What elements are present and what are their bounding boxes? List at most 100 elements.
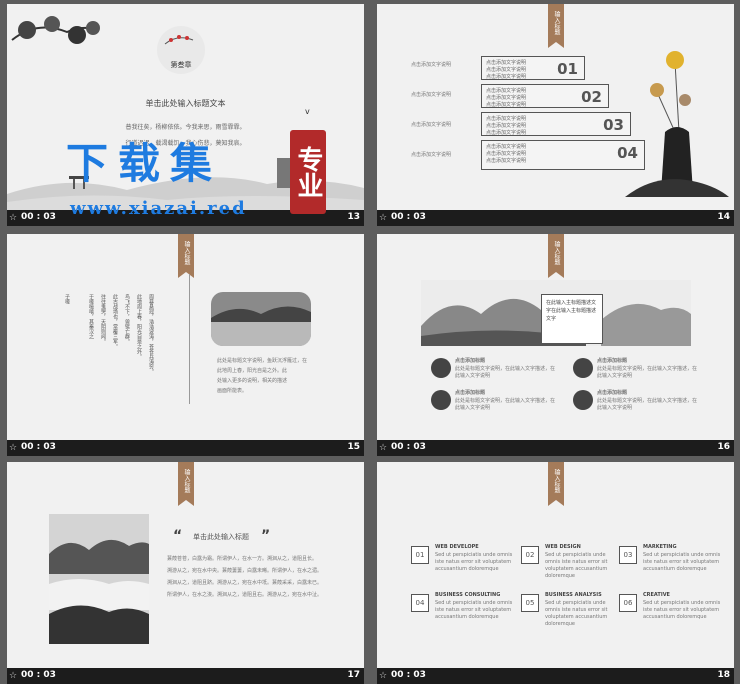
step-box-02: 点击添加文字说明 点击添加文字说明 点击添加文字说明 02 (481, 84, 609, 108)
slide-thumb-17[interactable]: 输入标题 “ 单击此处输入标题 ” 蒹葭苍苍，白露为霜。所谓伊人，在水一方。溯洄… (0, 458, 364, 684)
slide-13-duration: 00 : 03 (21, 212, 56, 222)
s18-title-01: WEB DEVELOPE (435, 544, 479, 550)
slide-15-tab: 输入标题 (178, 234, 194, 278)
slide-14-canvas: 输入标题 点击添加文字说明 点击添加文字说明 点击添加文字说明 点击添加文字说明… (377, 4, 734, 210)
s16-item-1-desc: 此处是标题文字说明，在此输入文字描述，在此输入文字说明 (455, 366, 556, 379)
step-box-01-text: 点击添加文字说明 点击添加文字说明 点击添加文字说明 (486, 60, 527, 80)
slide-14-statusbar: ☆ 00 : 03 14 (377, 210, 734, 226)
s18-title-02: WEB DESIGN (545, 544, 581, 550)
step-box-03-text: 点击添加文字说明 点击添加文字说明 点击添加文字说明 (486, 116, 527, 136)
s18-num-04: 04 (411, 594, 429, 612)
slide-16-duration: 00 : 03 (391, 442, 426, 452)
slide-17-tab: 输入标题 (178, 462, 194, 506)
s15-caption-1: 此处是标题文字说明，鱼跃沉浮雁过，在 (217, 358, 308, 364)
step-box-01-num: 01 (557, 60, 578, 78)
s14-left-text-2: 点击添加文字说明 (411, 92, 452, 98)
truck-icon (573, 390, 593, 410)
s18-desc-06: Sed ut perspiciatis unde omnis iste natu… (643, 600, 721, 620)
slide-14-duration: 00 : 03 (391, 212, 426, 222)
bird-icon: v (305, 107, 310, 116)
s17-body-3: 溯洄从之，道阻且跻。溯游从之，宛在水中坻。蒹葭采采，白露未已。 (167, 580, 323, 586)
slide-17-statusbar: ☆ 00 : 03 17 (7, 668, 364, 684)
slide-15-number: 15 (347, 442, 360, 452)
s16-item-3-desc: 此处是标题文字说明，在此输入文字描述，在此输入文字说明 (455, 398, 556, 411)
slide-18-number: 18 (717, 670, 730, 680)
slide-13-title: 单击此处输入标题文本 (145, 99, 226, 108)
s16-center-box: 在此输入主标题描述文字在此输入主标题描述文字 (541, 294, 603, 344)
star-icon: ☆ (379, 443, 388, 453)
watermark-url: www.xiazai.red (70, 198, 247, 219)
barcode-icon (431, 390, 451, 410)
s17-body-2: 溯游从之，宛在水中央。蒹葭萋萋，白露未晞。所谓伊人，在水之湄。 (167, 568, 323, 574)
watermark-text: 下载集 (66, 139, 223, 188)
s16-item-2-desc: 此处是标题文字说明，在此输入文字描述，在此输入文字说明 (597, 366, 698, 379)
close-quote-icon: ” (261, 528, 271, 544)
s14-left-text-1: 点击添加文字说明 (411, 62, 452, 68)
pine-branch-image (11, 16, 100, 44)
s18-desc-01: Sed ut perspiciatis unde omnis iste natu… (435, 552, 513, 572)
s18-num-02: 02 (521, 546, 539, 564)
star-icon: ☆ (379, 213, 388, 223)
step-box-02-num: 02 (581, 88, 602, 106)
slide-17-duration: 00 : 03 (21, 670, 56, 680)
s18-title-03: MARKETING (643, 544, 677, 550)
step-box-02-text: 点击添加文字说明 点击添加文字说明 点击添加文字说明 (486, 88, 527, 108)
star-icon: ☆ (9, 213, 18, 223)
vase-flower-image (625, 51, 729, 197)
s16-item-3-title: 点击添加标题 (455, 390, 486, 396)
slide-15-canvas: 输入标题 周暴悬冠，浩浩波涛，苍苍兵涛穷。 此地周上春，阳光自是之外。 鸟飞不下… (7, 234, 364, 440)
chapter-label: 第叁章 (170, 61, 192, 69)
phone-icon (573, 358, 593, 378)
s18-num-06: 06 (619, 594, 637, 612)
slide-18-tab: 输入标题 (548, 462, 564, 506)
s18-num-01: 01 (411, 546, 429, 564)
s14-left-text-4: 点击添加文字说明 (411, 152, 452, 158)
s15-caption-2: 此地周上春，阳光自是之外。此 (217, 368, 288, 374)
slide-16-number: 16 (717, 442, 730, 452)
slide-15-duration: 00 : 03 (21, 442, 56, 452)
slide-thumb-14[interactable]: 输入标题 点击添加文字说明 点击添加文字说明 点击添加文字说明 点击添加文字说明… (370, 0, 734, 226)
s16-item-4-title: 点击添加标题 (597, 390, 628, 396)
lake-photo (211, 292, 311, 346)
slide-16-canvas: 输入标题 在此输入主标题描述文字在此输入主标题描述文字 点击添加标题 此处是标题… (377, 234, 734, 440)
step-box-04-text: 点击添加文字说明 点击添加文字说明 点击添加文字说明 (486, 144, 527, 164)
slide-18-statusbar: ☆ 00 : 03 18 (377, 668, 734, 684)
s18-num-05: 05 (521, 594, 539, 612)
s17-quote-title: 单击此处输入标题 (193, 533, 249, 541)
slide-16-statusbar: ☆ 00 : 03 16 (377, 440, 734, 456)
s18-desc-03: Sed ut perspiciatis unde omnis iste natu… (643, 552, 721, 572)
slide-thumb-16[interactable]: 输入标题 在此输入主标题描述文字在此输入主标题描述文字 点击添加标题 此处是标题… (370, 230, 734, 456)
watermark-seal: 专业 (290, 130, 326, 214)
s15-vcol-3: 鸟飞不下，兽铤亡群。 (124, 294, 130, 344)
s16-item-2-title: 点击添加标题 (597, 358, 628, 364)
slide-sorter-grid: 第叁章 单击此处输入标题文本 普我往矣，杨柳依依。今我来思，雨雪霏霏。 行道迟迟… (0, 0, 740, 684)
slide-17-number: 17 (347, 670, 360, 680)
slide-15-statusbar: ☆ 00 : 03 15 (7, 440, 364, 456)
slide-18-canvas: 输入标题 01 WEB DEVELOPE Sed ut perspiciatis… (377, 462, 734, 668)
open-quote-icon: “ (173, 528, 183, 544)
s15-vcol-7: 子嗟 (64, 294, 70, 304)
s18-title-06: CREATIVE (643, 592, 670, 598)
slide-thumb-18[interactable]: 输入标题 01 WEB DEVELOPE Sed ut perspiciatis… (370, 458, 734, 684)
misty-mountain-photo (49, 514, 149, 644)
s15-vcol-5: 往往鬼哭，天阴则闻。 (100, 294, 106, 344)
s14-left-text-3: 点击添加文字说明 (411, 122, 452, 128)
slide-thumb-15[interactable]: 输入标题 周暴悬冠，浩浩波涛，苍苍兵涛穷。 此地周上春，阳光自是之外。 鸟飞不下… (0, 230, 364, 456)
s15-vcol-6: 于嗟噫嘻，其秦汉之 (88, 294, 94, 339)
s16-item-4-desc: 此处是标题文字说明，在此输入文字描述，在此输入文字说明 (597, 398, 698, 411)
slide-16-tab: 输入标题 (548, 234, 564, 278)
slide-13-number: 13 (347, 212, 360, 222)
s18-title-04: BUSINESS CONSULTING (435, 592, 501, 598)
slide-14-tab: 输入标题 (548, 4, 564, 48)
s15-vcol-4: 此古战场也，常覆三军。 (112, 294, 118, 349)
s18-desc-04: Sed ut perspiciatis unde omnis iste natu… (435, 600, 513, 620)
s18-desc-05: Sed ut perspiciatis unde omnis iste natu… (545, 600, 608, 627)
s15-caption-3: 处输入更多的说明，相关的描述 (217, 378, 288, 384)
slide-18-duration: 00 : 03 (391, 670, 426, 680)
s18-desc-02: Sed ut perspiciatis unde omnis iste natu… (545, 552, 608, 579)
s15-vcol-1: 周暴悬冠，浩浩波涛，苍苍兵涛穷。 (148, 294, 154, 374)
plum-blossom-image (164, 35, 194, 45)
s15-caption-4: 画面所能表。 (217, 388, 248, 394)
star-icon: ☆ (9, 443, 18, 453)
step-box-01: 点击添加文字说明 点击添加文字说明 点击添加文字说明 01 (481, 56, 585, 80)
